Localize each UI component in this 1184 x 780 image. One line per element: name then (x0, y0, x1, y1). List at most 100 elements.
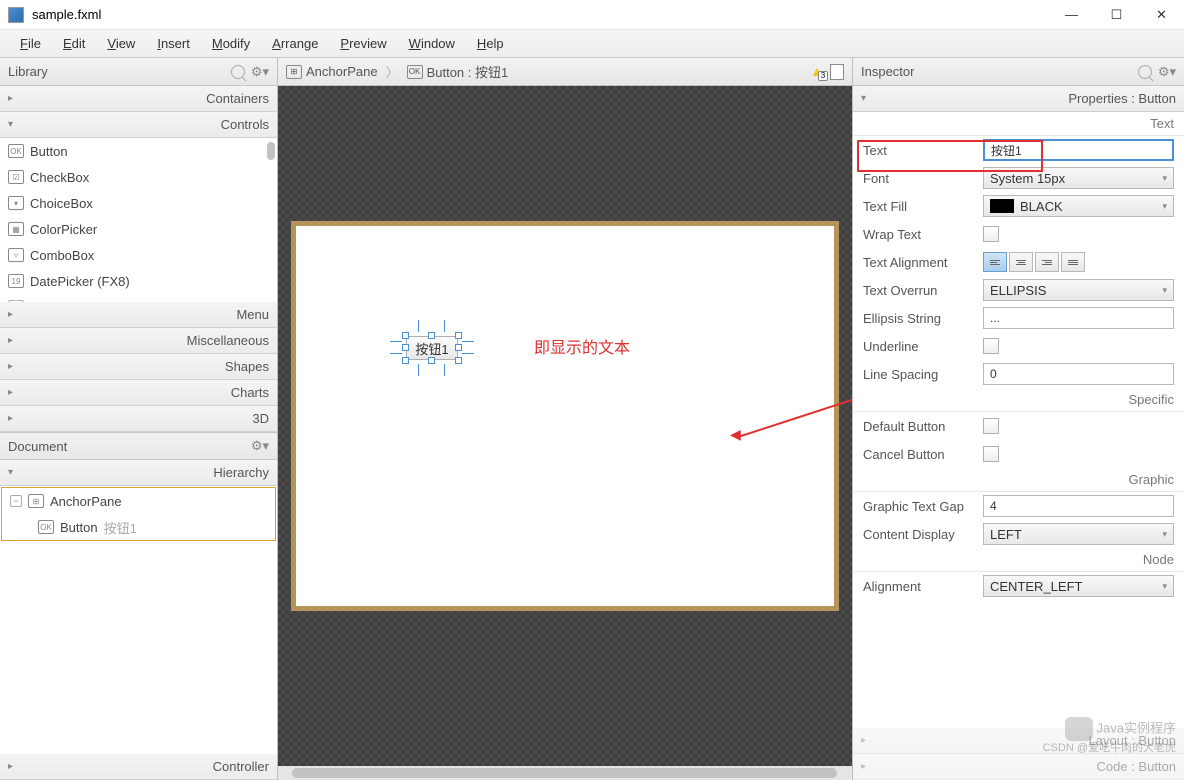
text-input[interactable] (983, 139, 1174, 161)
resize-handle[interactable] (455, 332, 462, 339)
textfill-combo[interactable]: BLACK (983, 195, 1174, 217)
section-controller[interactable]: Controller (0, 754, 277, 780)
prop-line-spacing: Line Spacing (853, 360, 1184, 388)
prop-wrap-text: Wrap Text (853, 220, 1184, 248)
menu-preview[interactable]: Preview (332, 33, 394, 54)
cancelbutton-checkbox[interactable] (983, 446, 999, 462)
document-title: Document (8, 439, 67, 454)
breadcrumb: ⊞AnchorPane 〉 OKButton : 按钮1 3 (278, 58, 852, 86)
section-containers[interactable]: Containers (0, 86, 277, 112)
breadcrumb-button[interactable]: OKButton : 按钮1 (407, 62, 509, 81)
design-canvas[interactable]: 按钮1 即显示的文本 (291, 221, 839, 611)
document-icon[interactable] (830, 64, 844, 80)
prop-text-fill: Text Fill BLACK (853, 192, 1184, 220)
ellipsis-input[interactable] (983, 307, 1174, 329)
prop-alignment: Alignment CENTER_LEFT (853, 572, 1184, 600)
library-header: Library ⚙▾ (0, 58, 277, 86)
ctrl-checkbox[interactable]: ☑CheckBox (0, 164, 277, 190)
align-right-button[interactable] (1035, 252, 1059, 272)
section-charts[interactable]: Charts (0, 380, 277, 406)
maximize-button[interactable]: ☐ (1094, 0, 1139, 29)
menu-edit[interactable]: Edit (55, 33, 93, 54)
close-button[interactable]: ✕ (1139, 0, 1184, 29)
warning-icon[interactable]: 3 (810, 65, 826, 79)
section-hierarchy[interactable]: Hierarchy (0, 460, 277, 486)
window-title: sample.fxml (32, 7, 1049, 22)
defaultbutton-checkbox[interactable] (983, 418, 999, 434)
library-title: Library (8, 64, 48, 79)
contentdisplay-combo[interactable]: LEFT (983, 523, 1174, 545)
ctrl-combobox[interactable]: ▿ComboBox (0, 242, 277, 268)
section-properties[interactable]: Properties : Button (853, 86, 1184, 112)
document-header: Document ⚙▾ (0, 432, 277, 460)
scrollbar-thumb[interactable] (292, 768, 837, 778)
align-left-button[interactable] (983, 252, 1007, 272)
ctrl-colorpicker[interactable]: ▦ColorPicker (0, 216, 277, 242)
annotation-text: 即显示的文本 (534, 334, 630, 358)
underline-checkbox[interactable] (983, 338, 999, 354)
title-bar: sample.fxml ― ☐ ✕ (0, 0, 1184, 30)
anchorpane-icon: ⊞ (286, 65, 302, 79)
resize-handle[interactable] (402, 357, 409, 364)
collapse-icon[interactable]: − (10, 495, 22, 507)
menu-view[interactable]: View (99, 33, 143, 54)
resize-handle[interactable] (455, 357, 462, 364)
gear-icon[interactable]: ⚙▾ (251, 64, 269, 80)
ctrl-button[interactable]: OKButton (0, 138, 277, 164)
hierarchy-button[interactable]: OK Button 按钮1 (2, 514, 275, 540)
gear-icon[interactable]: ⚙▾ (251, 438, 269, 454)
linespacing-input[interactable] (983, 363, 1174, 385)
ctrl-htmleditor[interactable]: HHTMLEditor (0, 294, 277, 302)
ctrl-datepicker[interactable]: 19DatePicker (FX8) (0, 268, 277, 294)
selected-button[interactable]: 按钮1 (406, 336, 458, 360)
section-menu[interactable]: Menu (0, 302, 277, 328)
menu-arrange[interactable]: Arrange (264, 33, 326, 54)
overrun-combo[interactable]: ELLIPSIS (983, 279, 1174, 301)
section-3d[interactable]: 3D (0, 406, 277, 432)
search-icon[interactable] (1138, 65, 1152, 79)
resize-handle[interactable] (402, 344, 409, 351)
graphicgap-input[interactable] (983, 495, 1174, 517)
prop-font: Font System 15px (853, 164, 1184, 192)
hierarchy-anchorpane[interactable]: − ⊞ AnchorPane (2, 488, 275, 514)
breadcrumb-separator: 〉 (386, 62, 399, 81)
color-swatch (990, 199, 1014, 213)
inspector-title: Inspector (861, 64, 914, 79)
prop-text: Text (853, 136, 1184, 164)
subsection-specific: Specific (853, 388, 1184, 412)
resize-handle[interactable] (402, 332, 409, 339)
resize-handle[interactable] (428, 332, 435, 339)
menu-modify[interactable]: Modify (204, 33, 258, 54)
prop-text-overrun: Text Overrun ELLIPSIS (853, 276, 1184, 304)
prop-content-display: Content Display LEFT (853, 520, 1184, 548)
ctrl-choicebox[interactable]: ▾ChoiceBox (0, 190, 277, 216)
minimize-button[interactable]: ― (1049, 0, 1094, 29)
menu-file[interactable]: File (12, 33, 49, 54)
resize-handle[interactable] (428, 357, 435, 364)
font-combo[interactable]: System 15px (983, 167, 1174, 189)
section-shapes[interactable]: Shapes (0, 354, 277, 380)
section-code[interactable]: Code : Button (853, 754, 1184, 780)
gear-icon[interactable]: ⚙▾ (1158, 64, 1176, 80)
scrollbar-thumb[interactable] (267, 142, 275, 160)
section-misc[interactable]: Miscellaneous (0, 328, 277, 354)
wraptext-checkbox[interactable] (983, 226, 999, 242)
menu-window[interactable]: Window (401, 33, 463, 54)
subsection-node: Node (853, 548, 1184, 572)
menu-help[interactable]: Help (469, 33, 512, 54)
subsection-graphic: Graphic (853, 468, 1184, 492)
app-icon (8, 7, 24, 23)
align-center-button[interactable] (1009, 252, 1033, 272)
alignment-combo[interactable]: CENTER_LEFT (983, 575, 1174, 597)
prop-graphic-gap: Graphic Text Gap (853, 492, 1184, 520)
canvas-area[interactable]: 按钮1 即显示的文本 ◀ (278, 86, 852, 766)
search-icon[interactable] (231, 65, 245, 79)
horizontal-scrollbar[interactable] (278, 766, 852, 780)
prop-cancel-button: Cancel Button (853, 440, 1184, 468)
menu-insert[interactable]: Insert (149, 33, 198, 54)
breadcrumb-anchorpane[interactable]: ⊞AnchorPane (286, 64, 378, 79)
section-controls[interactable]: Controls (0, 112, 277, 138)
section-layout[interactable]: Layout : Button (853, 728, 1184, 754)
resize-handle[interactable] (455, 344, 462, 351)
align-justify-button[interactable] (1061, 252, 1085, 272)
